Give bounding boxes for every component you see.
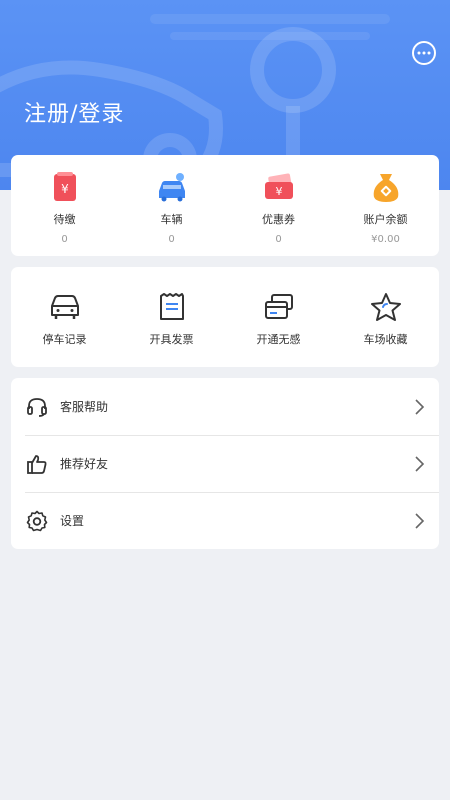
coupon-icon: ¥: [264, 173, 293, 199]
stat-label: 待缴: [53, 213, 76, 226]
functions-card: 停车记录 开具发票 开通无感 车场收藏: [11, 267, 439, 367]
receipt-icon: [159, 293, 184, 320]
menu-item-recommend-friends[interactable]: 推荐好友: [11, 435, 439, 492]
stat-label: 车辆: [160, 213, 183, 226]
chevron-right-icon: [415, 513, 425, 529]
stat-balance[interactable]: 账户余额 ¥0.00: [332, 155, 439, 256]
svg-text:¥: ¥: [61, 182, 69, 196]
func-issue-invoice[interactable]: 开具发票: [118, 267, 225, 367]
func-enable-seamless[interactable]: 开通无感: [225, 267, 332, 367]
stat-value: 0: [275, 234, 282, 245]
menu-item-label: 推荐好友: [60, 457, 109, 471]
menu-item-label: 客服帮助: [60, 400, 109, 414]
car-icon: [50, 295, 79, 319]
stat-value: ¥0.00: [371, 234, 400, 245]
func-label: 停车记录: [42, 333, 87, 346]
thumbs-up-icon: [27, 454, 47, 474]
menu-item-settings[interactable]: 设置: [11, 492, 439, 549]
chevron-right-icon: [415, 456, 425, 472]
cards-icon: [264, 294, 293, 319]
vehicle-icon: [158, 173, 185, 202]
chat-bubble-icon[interactable]: [411, 40, 437, 66]
stat-pending-payment[interactable]: ¥ 待缴 0: [11, 155, 118, 256]
gear-icon: [26, 510, 48, 531]
pending-payment-icon: ¥: [53, 172, 76, 201]
menu-item-label: 设置: [60, 514, 85, 528]
func-label: 开具发票: [149, 333, 194, 346]
func-label: 车场收藏: [363, 333, 408, 346]
star-icon: [370, 293, 401, 321]
money-bag-icon: [373, 174, 398, 202]
settings-menu-card: 客服帮助 推荐好友 设置: [11, 378, 439, 549]
chevron-right-icon: [415, 399, 425, 415]
func-favorite-lots[interactable]: 车场收藏: [332, 267, 439, 367]
menu-item-customer-service[interactable]: 客服帮助: [11, 378, 439, 435]
login-register-link[interactable]: 注册/登录: [24, 96, 124, 128]
stat-label: 优惠券: [262, 213, 295, 226]
stat-value: 0: [61, 234, 68, 245]
stat-vehicle[interactable]: 车辆 0: [118, 155, 225, 256]
stats-card: ¥ 待缴 0 车辆 0 ¥ 优惠券 0 账户余额 ¥0.00: [11, 155, 439, 256]
stat-value: 0: [168, 234, 175, 245]
stat-label: 账户余额: [363, 213, 408, 226]
headset-icon: [27, 397, 47, 417]
func-parking-records[interactable]: 停车记录: [11, 267, 118, 367]
svg-text:¥: ¥: [275, 185, 282, 198]
func-label: 开通无感: [256, 333, 301, 346]
stat-coupon[interactable]: ¥ 优惠券 0: [225, 155, 332, 256]
